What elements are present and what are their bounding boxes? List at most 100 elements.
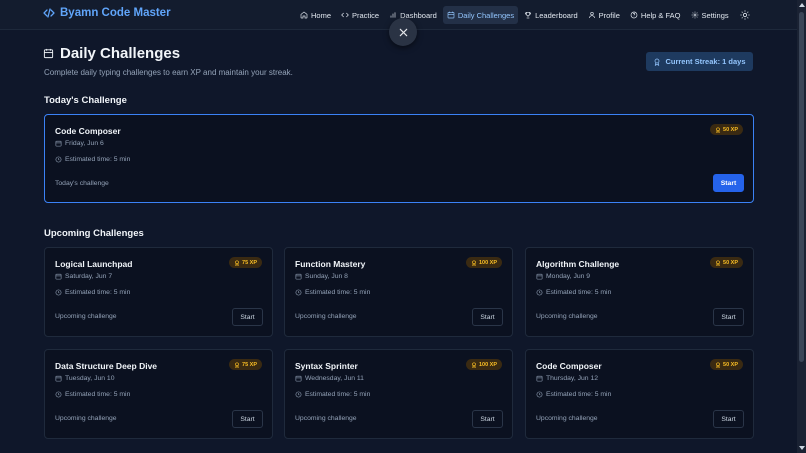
calendar-icon — [295, 273, 302, 280]
challenge-status: Today's challenge — [55, 180, 109, 187]
xp-badge: 50 XP — [710, 124, 743, 135]
challenge-time-text: Estimated time: 5 min — [65, 289, 131, 296]
calendar-icon — [295, 375, 302, 382]
streak-text: Current Streak: 1 days — [665, 57, 746, 66]
nav-settings[interactable]: Settings — [687, 6, 733, 24]
brand-name: Byamn Code Master — [60, 7, 171, 19]
challenge-date: Sunday, Jun 8 — [295, 273, 348, 280]
start-button[interactable]: Start — [713, 174, 744, 192]
challenge-name: Algorithm Challenge — [536, 259, 620, 269]
challenge-time-text: Estimated time: 5 min — [546, 289, 612, 296]
award-icon — [716, 126, 720, 133]
award-icon — [235, 361, 239, 368]
challenge-status: Upcoming challenge — [536, 313, 598, 320]
page-title: Daily Challenges — [43, 45, 180, 62]
challenge-name: Syntax Sprinter — [295, 361, 358, 371]
clock-icon — [295, 391, 302, 398]
calendar-icon — [55, 140, 62, 147]
nav-home[interactable]: Home — [296, 6, 335, 24]
challenge-card: Function Mastery Sunday, Jun 8 Estimated… — [284, 247, 513, 337]
challenge-name: Logical Launchpad — [55, 259, 133, 269]
challenge-time: Estimated time: 5 min — [295, 289, 370, 296]
award-icon — [472, 361, 476, 368]
scroll-down-arrow-icon[interactable] — [799, 446, 805, 450]
challenge-status: Upcoming challenge — [295, 415, 357, 422]
calendar-icon — [447, 11, 455, 19]
calendar-icon — [536, 273, 543, 280]
challenge-time-text: Estimated time: 5 min — [305, 391, 371, 398]
challenge-time: Estimated time: 5 min — [55, 391, 130, 398]
challenge-status: Upcoming challenge — [536, 415, 598, 422]
challenge-date: Friday, Jun 6 — [55, 140, 104, 147]
challenge-time-text: Estimated time: 5 min — [305, 289, 371, 296]
challenge-status: Upcoming challenge — [55, 415, 117, 422]
start-button[interactable]: Start — [713, 308, 744, 326]
challenge-time: Estimated time: 5 min — [55, 289, 130, 296]
clock-icon — [536, 289, 543, 296]
calendar-icon — [43, 48, 54, 59]
gear-icon — [691, 11, 698, 19]
close-button[interactable] — [389, 18, 417, 46]
xp-text: 50 XP — [723, 259, 738, 266]
start-button[interactable]: Start — [232, 410, 263, 428]
page-subtitle: Complete daily typing challenges to earn… — [44, 68, 293, 77]
scrollbar-thumb[interactable] — [799, 12, 804, 362]
section-title-today: Today's Challenge — [44, 95, 127, 106]
trophy-icon — [525, 12, 532, 19]
start-button[interactable]: Start — [472, 410, 503, 428]
challenge-card: Syntax Sprinter Wednesday, Jun 11 Estima… — [284, 349, 513, 439]
challenge-card: Data Structure Deep Dive Tuesday, Jun 10… — [44, 349, 273, 439]
challenge-time: Estimated time: 5 min — [536, 289, 611, 296]
nav-leaderboard[interactable]: Leaderboard — [520, 6, 582, 24]
challenge-date-text: Sunday, Jun 8 — [305, 273, 348, 280]
start-button[interactable]: Start — [472, 308, 503, 326]
nav-label: Daily Challenges — [457, 10, 515, 20]
challenge-date: Thursday, Jun 12 — [536, 375, 598, 382]
challenge-date-text: Monday, Jun 9 — [546, 273, 591, 280]
challenge-date-text: Saturday, Jun 7 — [65, 273, 113, 280]
nav-profile[interactable]: Profile — [584, 6, 624, 24]
xp-text: 100 XP — [478, 259, 497, 266]
nav-practice[interactable]: Practice — [337, 6, 383, 24]
award-icon — [716, 361, 720, 368]
xp-badge: 75 XP — [229, 257, 262, 268]
challenge-time: Estimated time: 5 min — [295, 391, 370, 398]
chart-icon — [390, 12, 396, 18]
nav-label: Practice — [352, 10, 380, 20]
challenge-date-text: Wednesday, Jun 11 — [305, 375, 364, 382]
start-button[interactable]: Start — [713, 410, 744, 428]
scrollbar[interactable] — [797, 0, 806, 453]
challenge-card: Code Composer Thursday, Jun 12 Estimated… — [525, 349, 754, 439]
nav-label: Leaderboard — [535, 10, 578, 20]
sun-icon[interactable] — [740, 10, 750, 20]
xp-text: 50 XP — [723, 361, 738, 368]
xp-badge: 50 XP — [710, 359, 743, 370]
award-icon — [472, 259, 476, 266]
challenge-name: Function Mastery — [295, 259, 366, 269]
nav-label: Settings — [701, 10, 729, 20]
challenge-name: Data Structure Deep Dive — [55, 361, 158, 371]
help-icon — [630, 11, 638, 19]
home-icon — [300, 11, 308, 19]
user-icon — [588, 12, 595, 19]
challenge-date: Monday, Jun 9 — [536, 273, 590, 280]
challenge-time: Estimated time: 5 min — [536, 391, 611, 398]
scroll-up-arrow-icon[interactable] — [799, 3, 805, 7]
start-button[interactable]: Start — [232, 308, 263, 326]
nav-label: Help & FAQ — [640, 10, 681, 20]
challenge-name: Code Composer — [536, 361, 602, 371]
brand-logo[interactable]: Byamn Code Master — [43, 7, 171, 19]
clock-icon — [295, 289, 302, 296]
streak-badge: Current Streak: 1 days — [646, 52, 753, 71]
nav-daily-challenges[interactable]: Daily Challenges — [442, 6, 519, 24]
challenge-time: Estimated time: 5 min — [55, 156, 130, 163]
award-icon — [235, 259, 239, 266]
code-icon — [341, 12, 349, 18]
challenge-card: Logical Launchpad Saturday, Jun 7 Estima… — [44, 247, 273, 337]
challenge-date-text: Friday, Jun 6 — [65, 140, 104, 147]
xp-badge: 100 XP — [465, 359, 502, 370]
challenge-date-text: Tuesday, Jun 10 — [65, 375, 115, 382]
challenge-name: Code Composer — [55, 126, 121, 136]
clock-icon — [55, 289, 62, 296]
nav-help[interactable]: Help & FAQ — [626, 6, 685, 24]
